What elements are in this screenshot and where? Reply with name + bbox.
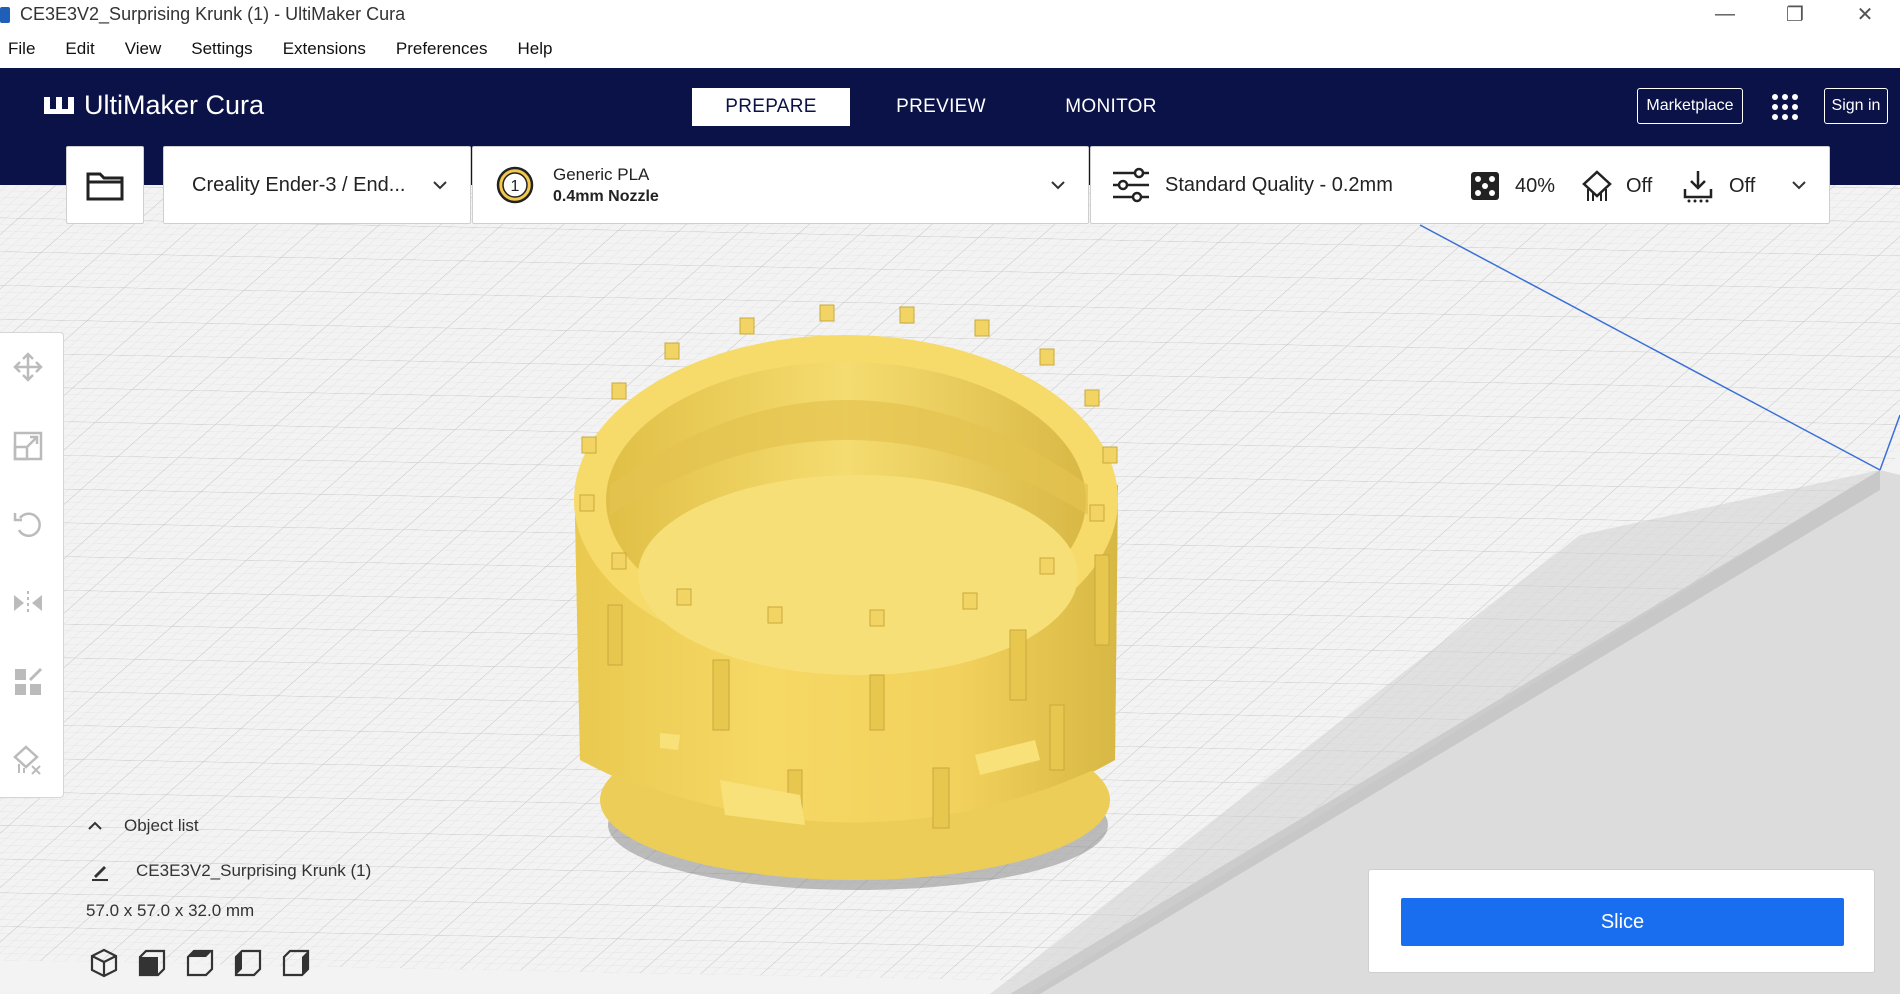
quality-profile: Standard Quality - 0.2mm: [1165, 173, 1393, 196]
chevron-down-icon: [1792, 181, 1806, 190]
printer-name: Creality Ender-3 / End...: [192, 173, 406, 196]
transform-tools-panel: [0, 332, 64, 798]
mirror-icon[interactable]: [12, 587, 44, 619]
support-icon: [1582, 170, 1612, 201]
support-blocker-icon[interactable]: [12, 744, 44, 776]
menu-bar: File Edit View Settings Extensions Prefe…: [0, 29, 1900, 68]
slice-button[interactable]: Slice: [1401, 898, 1844, 946]
chevron-down-icon: [433, 181, 447, 190]
folder-icon: [86, 172, 124, 201]
menu-help[interactable]: Help: [518, 39, 553, 59]
menu-view[interactable]: View: [125, 39, 162, 59]
sliders-icon: [1113, 167, 1149, 203]
window-controls: — ❐ ✕: [1690, 0, 1900, 29]
infill-icon: [1471, 172, 1499, 200]
marketplace-button[interactable]: Marketplace: [1637, 88, 1743, 124]
tab-prepare[interactable]: PREPARE: [692, 88, 850, 126]
open-file-button[interactable]: [66, 146, 144, 224]
object-dimensions: 57.0 x 57.0 x 32.0 mm: [86, 901, 255, 920]
object-list-toggle[interactable]: Object list: [86, 816, 199, 836]
extruder-number: 1: [511, 178, 520, 195]
menu-file[interactable]: File: [8, 39, 35, 59]
menu-preferences[interactable]: Preferences: [396, 39, 488, 59]
logo-text: UltiMaker Cura: [84, 90, 265, 120]
stage-tabs: PREPARE PREVIEW MONITOR: [692, 88, 1202, 126]
extruder-icon: 1: [496, 166, 534, 204]
object-list-item[interactable]: CE3E3V2_Surprising Krunk (1): [90, 861, 371, 881]
nozzle-size: 0.4mm Nozzle: [553, 187, 659, 205]
menu-extensions[interactable]: Extensions: [283, 39, 366, 59]
scale-icon[interactable]: [12, 430, 44, 462]
view-front-icon[interactable]: [136, 944, 184, 982]
infill-value: 40%: [1515, 174, 1556, 197]
cura-app-icon: [0, 6, 10, 23]
slice-panel: Slice: [1368, 869, 1875, 973]
rotate-icon[interactable]: [12, 508, 44, 540]
restore-icon[interactable]: ❐: [1760, 0, 1830, 29]
adhesion-setting: Off: [1681, 147, 1755, 225]
object-name: CE3E3V2_Surprising Krunk (1): [136, 861, 372, 880]
close-icon[interactable]: ✕: [1830, 0, 1900, 29]
support-value: Off: [1626, 174, 1653, 197]
ultimaker-logo-icon: [44, 96, 74, 114]
window-title: CE3E3V2_Surprising Krunk (1) - UltiMaker…: [20, 4, 406, 24]
window-titlebar: CE3E3V2_Surprising Krunk (1) - UltiMaker…: [0, 0, 1900, 29]
menu-settings[interactable]: Settings: [191, 39, 252, 59]
support-setting: Off: [1580, 147, 1652, 225]
material-name: Generic PLA: [553, 164, 650, 184]
adhesion-icon: [1683, 171, 1713, 203]
object-list-label: Object list: [124, 816, 199, 835]
pencil-icon[interactable]: [90, 861, 110, 881]
view-right-icon[interactable]: [280, 944, 328, 982]
view-left-icon[interactable]: [232, 944, 280, 982]
sign-in-button[interactable]: Sign in: [1824, 88, 1888, 124]
view-top-icon[interactable]: [184, 944, 232, 982]
material-info: Generic PLA 0.4mm Nozzle: [553, 165, 659, 206]
chevron-up-icon: [88, 821, 102, 830]
material-selector[interactable]: 1 Generic PLA 0.4mm Nozzle: [472, 146, 1089, 224]
minimize-icon[interactable]: —: [1690, 0, 1760, 29]
tab-preview[interactable]: PREVIEW: [862, 88, 1020, 126]
chevron-down-icon: [1051, 181, 1065, 190]
apps-grid-icon[interactable]: [1770, 92, 1800, 122]
print-settings-selector[interactable]: Standard Quality - 0.2mm 40% Off Off: [1090, 146, 1830, 224]
printer-selector[interactable]: Creality Ender-3 / End...: [163, 146, 471, 224]
move-icon[interactable]: [12, 351, 44, 383]
app-logo: UltiMaker Cura: [42, 90, 264, 121]
camera-view-buttons: [88, 944, 328, 982]
view-3d-icon[interactable]: [88, 944, 136, 982]
tab-monitor[interactable]: MONITOR: [1032, 88, 1190, 126]
per-model-settings-icon[interactable]: [12, 666, 44, 698]
adhesion-value: Off: [1729, 174, 1756, 197]
menu-edit[interactable]: Edit: [65, 39, 94, 59]
infill-setting: 40%: [1469, 147, 1555, 225]
